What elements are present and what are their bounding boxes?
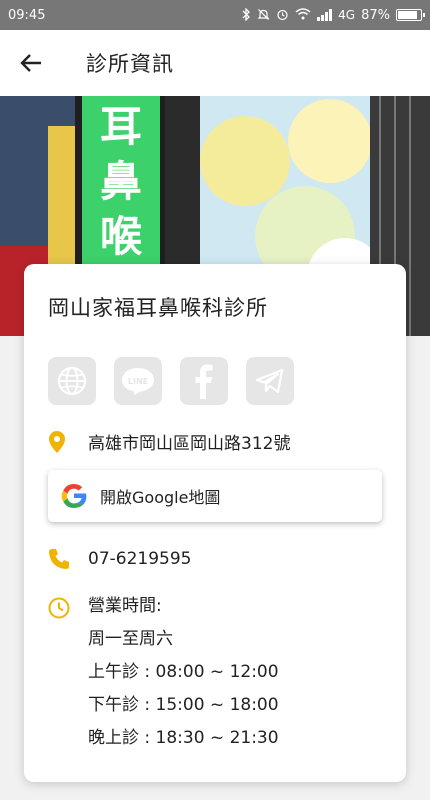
- clinic-name: 岡山家福耳鼻喉科診所: [48, 296, 268, 320]
- wifi-icon: [295, 8, 311, 22]
- bluetooth-icon: [241, 6, 251, 23]
- open-google-maps-button[interactable]: 開啟Google地圖: [48, 470, 382, 522]
- page-title: 診所資訊: [86, 52, 174, 76]
- alarm-icon: [276, 8, 289, 23]
- facebook-button[interactable]: [180, 357, 228, 405]
- facebook-icon: [195, 364, 213, 399]
- svg-text:鼻: 鼻: [100, 157, 142, 206]
- battery-icon: [396, 9, 425, 21]
- website-button[interactable]: [48, 357, 96, 405]
- google-icon: [61, 484, 87, 508]
- back-arrow-icon: [20, 54, 41, 72]
- hours-morning: 上午診 : 08:00 ~ 12:00: [88, 662, 279, 682]
- address-text: 高雄市岡山區岡山路312號: [88, 434, 291, 454]
- svg-text:LINE: LINE: [128, 377, 148, 386]
- network-label: 4G: [338, 8, 356, 22]
- phone-icon: [48, 548, 74, 570]
- social-links: LINE: [48, 357, 294, 405]
- globe-icon: [57, 366, 87, 396]
- hours-evening: 晚上診 : 18:30 ~ 21:30: [88, 728, 279, 748]
- address-row: 高雄市岡山區岡山路312號: [48, 429, 290, 454]
- battery-percent: 87%: [361, 7, 390, 23]
- svg-text:喉: 喉: [100, 212, 143, 261]
- svg-text:耳: 耳: [100, 102, 142, 151]
- line-button[interactable]: LINE: [114, 357, 162, 405]
- telegram-button[interactable]: [246, 357, 294, 405]
- clock-icon: [48, 596, 74, 761]
- app-bar: 診所資訊: [0, 30, 430, 96]
- clinic-info-card: 岡山家福耳鼻喉科診所 LINE 高雄市岡山區岡山路312號 開啟Google地圖…: [24, 264, 406, 782]
- mute-icon: [257, 8, 270, 23]
- telegram-icon: [255, 368, 284, 394]
- line-icon: LINE: [122, 368, 154, 395]
- phone-number[interactable]: 07-6219595: [88, 549, 191, 569]
- status-bar: 09:45 4G 87%: [0, 0, 430, 30]
- business-hours: 營業時間: 周一至周六 上午診 : 08:00 ~ 12:00 下午診 : 15…: [48, 596, 279, 761]
- hours-days: 周一至周六: [88, 629, 173, 649]
- signal-icon: [317, 9, 333, 21]
- hours-label: 營業時間:: [88, 596, 162, 616]
- phone-row[interactable]: 07-6219595: [48, 548, 191, 570]
- status-icons: 4G 87%: [241, 6, 425, 23]
- location-pin-icon: [48, 430, 74, 454]
- status-time: 09:45: [8, 7, 46, 23]
- open-google-maps-label: 開啟Google地圖: [100, 488, 221, 507]
- back-button[interactable]: [0, 30, 62, 96]
- hours-afternoon: 下午診 : 15:00 ~ 18:00: [88, 695, 279, 715]
